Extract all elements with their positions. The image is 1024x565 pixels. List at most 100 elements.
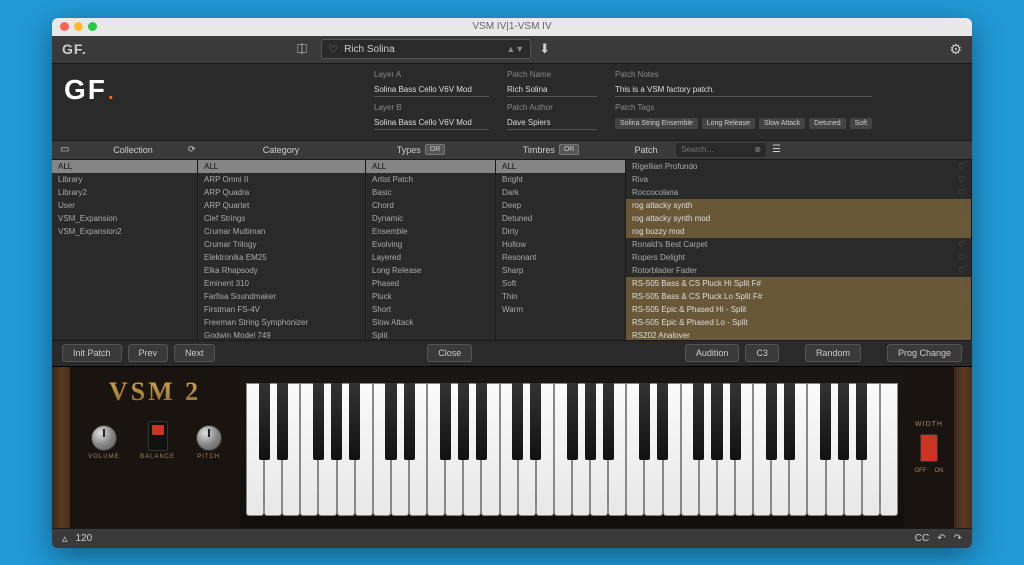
tag[interactable]: Solina String Ensemble xyxy=(615,118,698,129)
patch-row[interactable]: RS-505 Epic & Phased Hi - Split♡ xyxy=(626,303,971,316)
black-key[interactable] xyxy=(693,383,704,460)
patch-row[interactable]: RS-505 Epic & Phased Lo - Split♡ xyxy=(626,316,971,329)
list-item[interactable]: Thin xyxy=(496,290,625,303)
timbres-header[interactable]: TimbresOR xyxy=(486,144,616,155)
black-key[interactable] xyxy=(856,383,867,460)
favorite-icon[interactable]: ♡ xyxy=(328,43,338,56)
black-key[interactable] xyxy=(385,383,396,460)
black-key[interactable] xyxy=(838,383,849,460)
favorite-icon[interactable]: ♡ xyxy=(958,305,965,314)
list-item[interactable]: Hollow xyxy=(496,238,625,251)
list-item[interactable]: Deep xyxy=(496,199,625,212)
black-key[interactable] xyxy=(530,383,541,460)
patch-row[interactable]: Ronald's Best Carpet♡ xyxy=(626,238,971,251)
c3-button[interactable]: C3 xyxy=(745,344,779,362)
patch-row[interactable]: RS-505 Bass & CS Pluck Hi Split F#♡ xyxy=(626,277,971,290)
list-item[interactable]: ALL xyxy=(198,160,365,173)
list-item[interactable]: ARP Quartet xyxy=(198,199,365,212)
undo-icon[interactable]: ↶ xyxy=(937,533,945,544)
black-key[interactable] xyxy=(567,383,578,460)
favorite-icon[interactable]: ♡ xyxy=(958,331,965,340)
black-key[interactable] xyxy=(349,383,360,460)
black-key[interactable] xyxy=(313,383,324,460)
list-item[interactable]: Ensemble xyxy=(366,225,495,238)
layer-a-value[interactable]: Solina Bass Cello V6V Mod xyxy=(374,85,489,97)
black-key[interactable] xyxy=(639,383,650,460)
keyboard[interactable] xyxy=(246,383,898,516)
list-item[interactable]: User xyxy=(52,199,197,212)
close-button[interactable]: Close xyxy=(427,344,472,362)
preset-selector[interactable]: ♡ Rich Solina ▲▼ xyxy=(321,39,531,59)
list-item[interactable]: Dirty xyxy=(496,225,625,238)
patch-notes-value[interactable]: This is a VSM factory patch. xyxy=(615,85,872,97)
list-item[interactable]: Sharp xyxy=(496,264,625,277)
list-item[interactable]: Clef Strings xyxy=(198,212,365,225)
black-key[interactable] xyxy=(277,383,288,460)
black-key[interactable] xyxy=(730,383,741,460)
tempo-display[interactable]: 120 xyxy=(76,533,93,544)
metronome-icon[interactable]: ▵ xyxy=(62,532,68,545)
patch-author-value[interactable]: Dave Spiers xyxy=(507,118,597,130)
tag[interactable]: Slow Attack xyxy=(759,118,805,129)
list-item[interactable]: Elka Rhapsody xyxy=(198,264,365,277)
list-item[interactable]: Elektronika EM25 xyxy=(198,251,365,264)
list-item[interactable]: Soft xyxy=(496,277,625,290)
favorite-icon[interactable]: ♡ xyxy=(958,253,965,262)
list-item[interactable]: Short xyxy=(366,303,495,316)
list-item[interactable]: Chord xyxy=(366,199,495,212)
list-item[interactable]: Bright xyxy=(496,173,625,186)
tag[interactable]: Soft xyxy=(850,118,872,129)
favorite-icon[interactable]: ♡ xyxy=(958,175,965,184)
patch-row[interactable]: Rotorblader Fader♡ xyxy=(626,264,971,277)
favorite-icon[interactable]: ♡ xyxy=(958,240,965,249)
list-item[interactable]: VSM_Expansion2 xyxy=(52,225,197,238)
minimize-window-icon[interactable] xyxy=(74,22,83,31)
pitch-knob[interactable] xyxy=(196,425,222,451)
list-item[interactable]: ALL xyxy=(366,160,495,173)
black-key[interactable] xyxy=(404,383,415,460)
audition-button[interactable]: Audition xyxy=(685,344,740,362)
list-item[interactable]: Firstman FS-4V xyxy=(198,303,365,316)
list-item[interactable]: Layered xyxy=(366,251,495,264)
preset-arrows-icon[interactable]: ▲▼ xyxy=(506,44,524,54)
patch-header[interactable]: Patch xyxy=(616,145,676,155)
black-key[interactable] xyxy=(440,383,451,460)
close-window-icon[interactable] xyxy=(60,22,69,31)
patch-row[interactable]: rog attacky synth mod♡ xyxy=(626,212,971,225)
category-header[interactable]: Category xyxy=(206,145,356,155)
maximize-window-icon[interactable] xyxy=(88,22,97,31)
balance-slider[interactable] xyxy=(148,421,168,451)
list-item[interactable]: ARP Omni II xyxy=(198,173,365,186)
favorite-icon[interactable]: ♡ xyxy=(958,266,965,275)
favorite-icon[interactable]: ♡ xyxy=(958,227,965,236)
refresh-icon[interactable]: ⟳ xyxy=(188,144,206,155)
tag[interactable]: Long Release xyxy=(702,118,755,129)
patch-row[interactable]: RS202 Analover♡ xyxy=(626,329,971,340)
list-item[interactable]: Basic xyxy=(366,186,495,199)
list-item[interactable]: Dark xyxy=(496,186,625,199)
patch-row[interactable]: rog attacky synth♡ xyxy=(626,199,971,212)
black-key[interactable] xyxy=(458,383,469,460)
list-item[interactable]: VSM_Expansion xyxy=(52,212,197,225)
patch-row[interactable]: Rigellian Profundo♡ xyxy=(626,160,971,173)
list-item[interactable]: Split xyxy=(366,329,495,340)
black-key[interactable] xyxy=(784,383,795,460)
patch-row[interactable]: RS-505 Bass & CS Pluck Lo Split F#♡ xyxy=(626,290,971,303)
settings-icon[interactable]: ⚙ xyxy=(949,41,962,58)
list-item[interactable]: Freeman String Symphonizer xyxy=(198,316,365,329)
search-input[interactable]: ⊗ xyxy=(676,143,766,157)
width-switch[interactable] xyxy=(920,434,938,462)
filter-icon[interactable]: ☰ xyxy=(772,144,781,155)
list-item[interactable]: Long Release xyxy=(366,264,495,277)
black-key[interactable] xyxy=(603,383,614,460)
favorite-icon[interactable]: ♡ xyxy=(958,162,965,171)
types-header[interactable]: TypesOR xyxy=(356,144,486,155)
black-key[interactable] xyxy=(657,383,668,460)
layer-b-value[interactable]: Solina Bass Cello V6V Mod xyxy=(374,118,489,130)
redo-icon[interactable]: ↷ xyxy=(954,533,962,544)
list-item[interactable]: Farfisa Soundmaker xyxy=(198,290,365,303)
list-item[interactable]: Dynamic xyxy=(366,212,495,225)
list-item[interactable]: Slow Attack xyxy=(366,316,495,329)
init-patch-button[interactable]: Init Patch xyxy=(62,344,122,362)
favorite-icon[interactable]: ♡ xyxy=(958,292,965,301)
